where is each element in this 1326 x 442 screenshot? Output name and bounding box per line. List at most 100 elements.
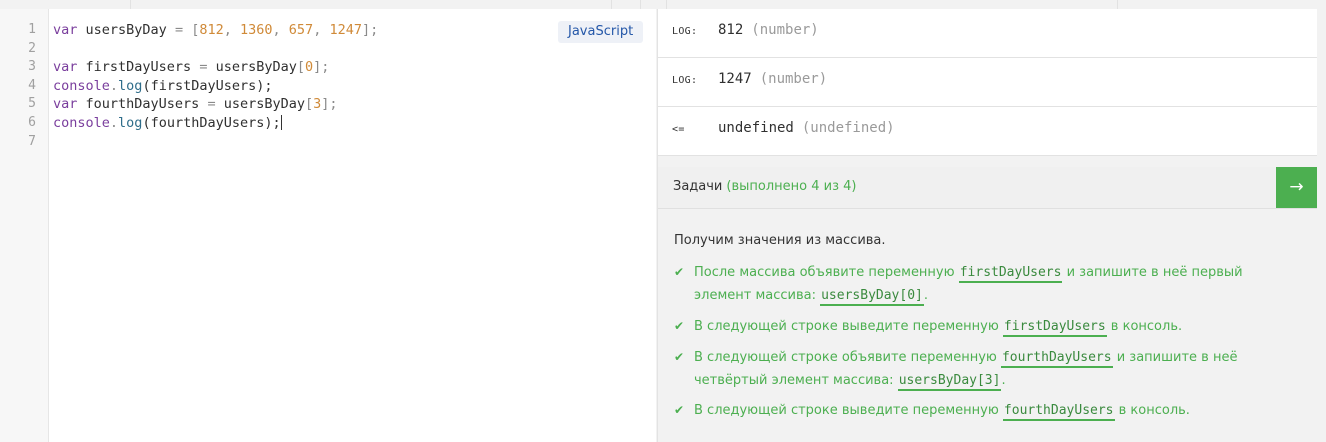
inline-code: firstDayUsers bbox=[958, 265, 1063, 283]
code-token: var bbox=[53, 96, 78, 113]
code-token: console bbox=[53, 77, 110, 94]
next-button[interactable]: → bbox=[1276, 167, 1317, 208]
task-item: ✔ В следующей строке объявите переменную… bbox=[674, 346, 1244, 392]
task-item: ✔ После массива объявите переменную firs… bbox=[674, 261, 1244, 307]
tab-placeholder bbox=[667, 0, 1118, 9]
inline-code: firstDayUsers bbox=[1002, 319, 1107, 337]
language-badge: JavaScript bbox=[558, 21, 644, 43]
tab-placeholder bbox=[131, 0, 612, 9]
code-line[interactable]: var firstDayUsers = usersByDay[0]; bbox=[53, 58, 378, 77]
line-number: 2 bbox=[28, 40, 36, 56]
code-line[interactable]: var fourthDayUsers = usersByDay[3]; bbox=[53, 95, 378, 114]
code-token: . bbox=[109, 114, 119, 131]
task-text: В следующей строке выведите переменную f… bbox=[694, 315, 1244, 338]
task-text: В следующей строке выведите переменную f… bbox=[694, 399, 1244, 422]
task-text-part: . bbox=[923, 288, 928, 303]
tasks-header: Задачи (выполнено 4 из 4) → bbox=[658, 167, 1317, 209]
code-token: firstDayUsers bbox=[77, 59, 200, 76]
console-value: undefined (undefined) bbox=[718, 120, 895, 136]
task-text: В следующей строке объявите переменную f… bbox=[694, 346, 1244, 392]
tasks-title-text: Задачи bbox=[673, 179, 723, 194]
inline-code: fourthDayUsers bbox=[1000, 350, 1113, 368]
code-editor[interactable]: 1 2 3 4 5 6 7 var usersByDay = [812, 136… bbox=[0, 9, 656, 442]
task-text-part: После массива объявите переменную bbox=[694, 265, 959, 280]
line-number: 5 bbox=[28, 96, 36, 112]
value-text: undefined bbox=[718, 120, 794, 136]
code-line[interactable]: console.log(firstDayUsers); bbox=[53, 77, 378, 96]
console-value: 1247 (number) bbox=[718, 71, 827, 87]
code-token: usersByDay bbox=[215, 96, 305, 113]
line-number: 4 bbox=[28, 77, 36, 93]
code-text-area[interactable]: var usersByDay = [812, 1360, 657, 1247];… bbox=[53, 21, 378, 151]
check-icon: ✔ bbox=[674, 319, 685, 333]
value-type: (number) bbox=[751, 22, 819, 38]
console-row: LOG: 812 (number) bbox=[658, 9, 1317, 58]
tab-placeholder bbox=[612, 0, 641, 9]
code-line[interactable] bbox=[53, 40, 378, 59]
inline-code: usersByDay[3] bbox=[897, 373, 1002, 391]
text-cursor bbox=[280, 115, 282, 131]
code-token: log bbox=[118, 114, 143, 131]
console-tag: LOG: bbox=[672, 26, 698, 37]
task-item: ✔ В следующей строке выведите переменную… bbox=[674, 399, 1244, 422]
code-line[interactable] bbox=[53, 133, 378, 152]
console-row: <= undefined (undefined) bbox=[658, 107, 1317, 156]
task-text: После массива объявите переменную firstD… bbox=[694, 261, 1244, 307]
code-token: log bbox=[118, 77, 143, 94]
code-token: usersByDay bbox=[207, 59, 297, 76]
inline-code: usersByDay[0] bbox=[820, 288, 924, 306]
task-text-part: В следующей строке объявите переменную bbox=[694, 350, 1001, 365]
line-number-gutter: 1 2 3 4 5 6 7 bbox=[0, 9, 49, 442]
code-token: 0 bbox=[305, 59, 314, 76]
value-text: 1247 bbox=[718, 71, 752, 87]
code-token: fourthDayUsers bbox=[77, 96, 208, 113]
code-token: ]; bbox=[321, 96, 338, 113]
code-line[interactable]: console.log(fourthDayUsers); bbox=[53, 114, 378, 133]
check-icon: ✔ bbox=[674, 403, 685, 417]
code-token: var bbox=[53, 59, 78, 76]
line-number: 3 bbox=[28, 59, 36, 75]
code-token: = bbox=[174, 22, 184, 38]
value-type: (undefined) bbox=[801, 120, 895, 136]
task-text-part: В следующей строке выведите переменную bbox=[694, 403, 1003, 418]
code-token: ]; bbox=[361, 22, 379, 38]
code-token: 1360 bbox=[240, 22, 273, 38]
return-arrow-tag: <= bbox=[672, 124, 685, 135]
line-number: 6 bbox=[28, 115, 36, 130]
code-token: (fourthDayUsers); bbox=[142, 114, 281, 131]
tab-placeholder bbox=[0, 0, 131, 9]
output-panel: LOG: 812 (number) LOG: 1247 (number) <= un… bbox=[657, 9, 1318, 442]
code-token: (firstDayUsers); bbox=[142, 77, 273, 94]
code-token: 1247 bbox=[329, 22, 362, 38]
line-number: 7 bbox=[28, 133, 36, 149]
code-token: , bbox=[272, 22, 289, 38]
code-token: usersByDay bbox=[77, 22, 175, 38]
code-token: 657 bbox=[288, 22, 314, 38]
tasks-progress: (выполнено 4 из 4) bbox=[726, 179, 857, 194]
code-token: 812 bbox=[199, 22, 224, 38]
arrow-right-icon: → bbox=[1289, 177, 1304, 197]
task-item: ✔ В следующей строке выведите переменную… bbox=[674, 315, 1244, 338]
task-text-part: в консоль. bbox=[1106, 319, 1183, 334]
task-text-part: В следующей строке выведите переменную bbox=[694, 319, 1003, 334]
code-token: ]; bbox=[313, 59, 330, 76]
task-text-part: . bbox=[1001, 373, 1006, 388]
value-text: 812 bbox=[718, 22, 744, 38]
code-line[interactable]: var usersByDay = [812, 1360, 657, 1247]; bbox=[53, 21, 378, 40]
check-icon: ✔ bbox=[674, 265, 685, 279]
console-row: LOG: 1247 (number) bbox=[658, 58, 1317, 107]
inline-code: fourthDayUsers bbox=[1002, 403, 1115, 421]
tasks-intro: Получим значения из массива. bbox=[674, 233, 886, 248]
tasks-body: Получим значения из массива. ✔ После мас… bbox=[658, 209, 1317, 442]
tasks-title: Задачи (выполнено 4 из 4) bbox=[673, 179, 856, 194]
right-edge-strip bbox=[1317, 9, 1326, 442]
check-icon: ✔ bbox=[674, 350, 685, 364]
code-token: , bbox=[223, 22, 241, 38]
tab-placeholder bbox=[641, 0, 667, 9]
code-token: var bbox=[53, 22, 78, 38]
code-token: console bbox=[53, 114, 110, 131]
console-tag: LOG: bbox=[672, 75, 698, 86]
code-token: [ bbox=[296, 59, 305, 76]
code-token: . bbox=[109, 77, 119, 94]
